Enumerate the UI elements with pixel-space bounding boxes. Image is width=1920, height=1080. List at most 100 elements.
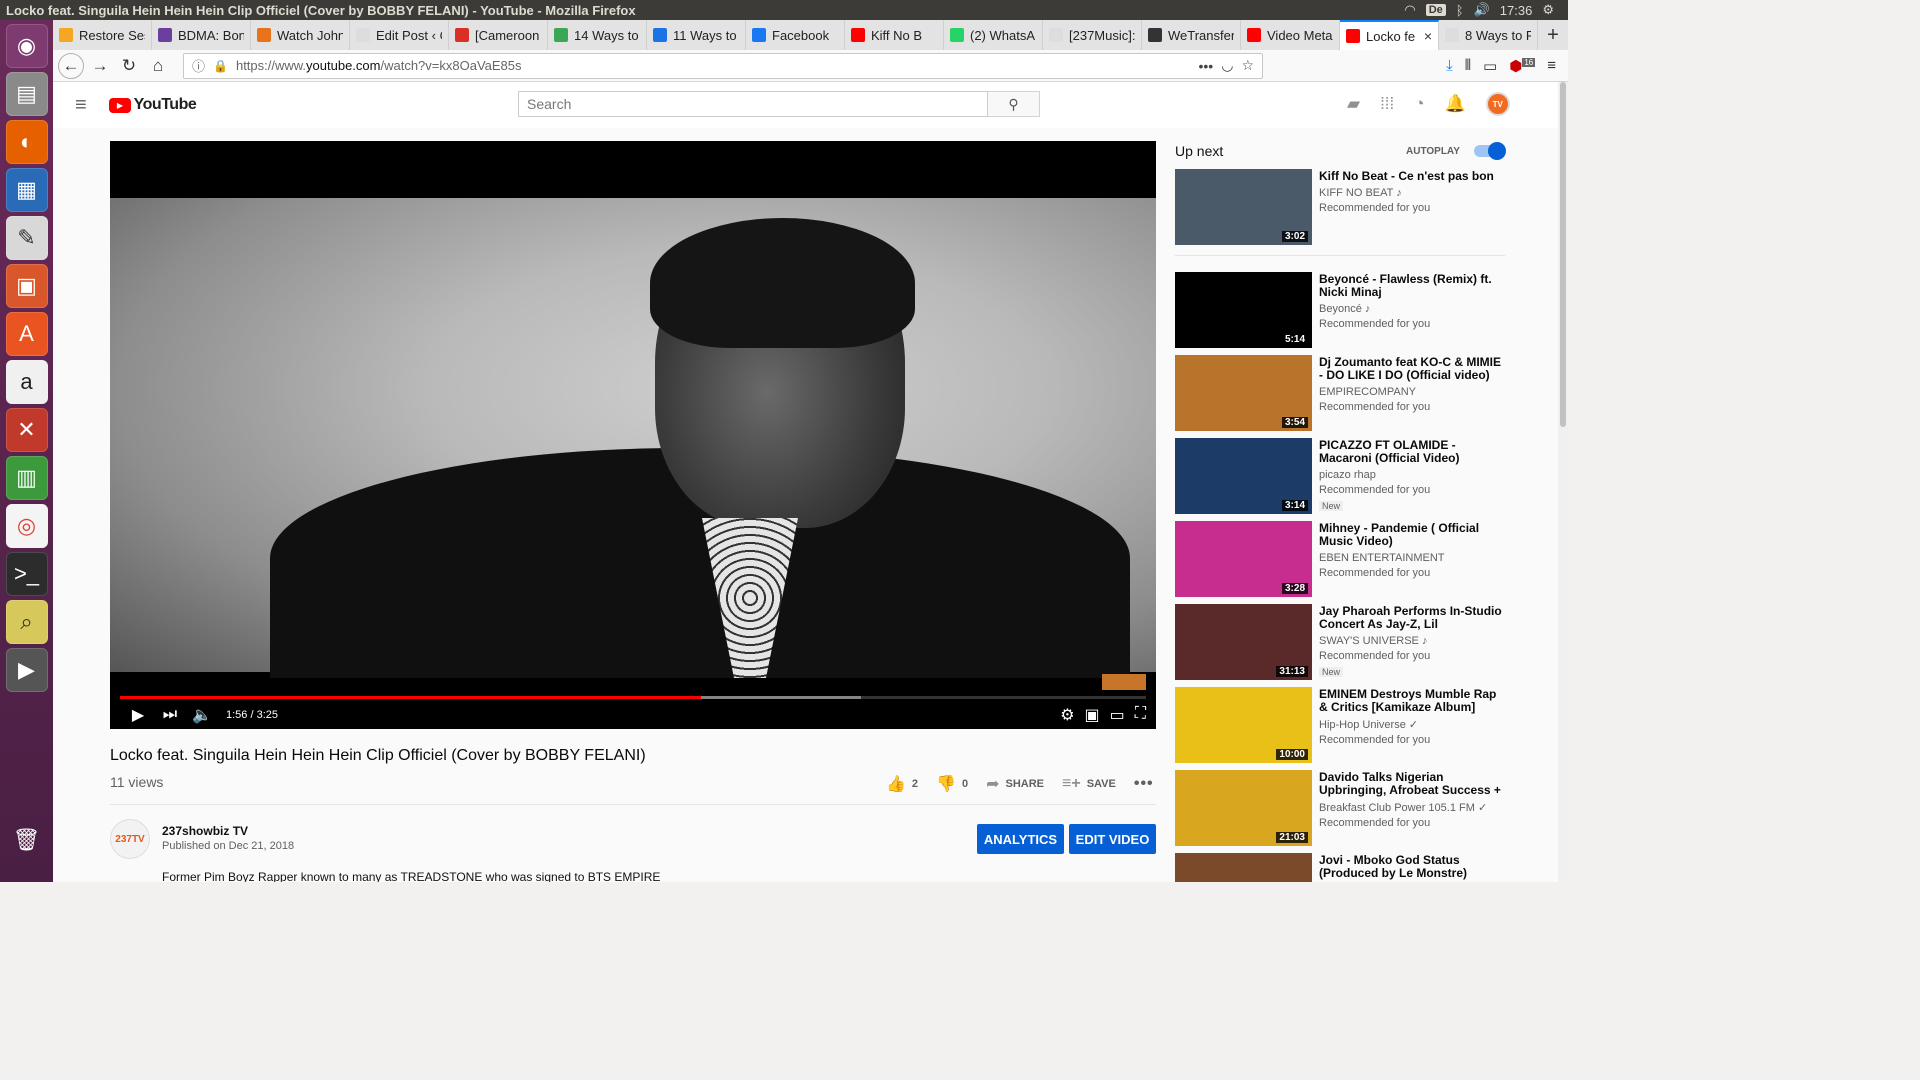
url-text[interactable]: https://www.youtube.com/watch?v=kx8OaVaE…	[236, 58, 1191, 73]
recommendation-item[interactable]: 3:14 PICAZZO FT OLAMIDE - Macaroni (Offic…	[1175, 438, 1505, 514]
trash-icon[interactable]: 🗑	[6, 818, 48, 862]
recommendation-thumbnail[interactable]: 10:00	[1175, 687, 1312, 763]
scrollbar-thumb[interactable]	[1560, 82, 1566, 427]
recommendation-title[interactable]: Jovi - Mboko God Status (Produced by Le …	[1319, 854, 1505, 880]
miniplayer-icon[interactable]: ▣	[1085, 705, 1100, 725]
keyboard-layout-indicator[interactable]: De	[1425, 4, 1446, 16]
recommendation-thumbnail[interactable]: 31:13	[1175, 604, 1312, 680]
ubuntu-dash-icon[interactable]: ◉	[5, 24, 48, 68]
site-info-icon[interactable]: ⓘ	[192, 56, 205, 75]
apps-grid-icon[interactable]: ⁞⁞⁞	[1380, 94, 1394, 114]
settings-icon[interactable]: ⚙	[1060, 705, 1074, 725]
create-video-icon[interactable]: ▰	[1347, 94, 1360, 114]
notifications-bell-icon[interactable]: 🔔	[1445, 94, 1466, 114]
browser-tab[interactable]: 14 Ways to	[548, 20, 647, 50]
browser-tab[interactable]: Locko fe ×	[1340, 20, 1439, 50]
firefox-icon[interactable]: ◐	[5, 120, 48, 164]
bookmark-star-icon[interactable]: ☆	[1241, 57, 1254, 74]
recommendation-title[interactable]: EMINEM Destroys Mumble Rap & Critics [Ka…	[1319, 688, 1505, 714]
channel-avatar[interactable]: 237TV	[110, 819, 150, 859]
browser-tab[interactable]: Edit Post ‹ Cam	[350, 20, 449, 50]
account-avatar[interactable]: TV	[1485, 92, 1510, 116]
recommendation-item[interactable]: 3:54 Dj Zoumanto feat KO-C & MIMIE - DO L…	[1175, 355, 1505, 431]
recommendation-channel[interactable]: Breakfast Club Power 105.1 FM ✓	[1319, 801, 1505, 814]
browser-tab[interactable]: Watch John	[251, 20, 350, 50]
dislike-button[interactable]: 👎 0	[936, 774, 968, 794]
image-viewer-icon[interactable]: ⌕	[5, 600, 48, 644]
next-video-button[interactable]: ⏭	[154, 706, 186, 724]
browser-tab[interactable]: Facebook	[746, 20, 845, 50]
save-button[interactable]: ≡+ SAVE	[1062, 775, 1116, 793]
recommendation-title[interactable]: Beyoncé - Flawless (Remix) ft. Nicki Min…	[1319, 273, 1505, 299]
page-actions-icon[interactable]: •••	[1199, 58, 1214, 74]
recommendation-thumbnail[interactable]: 21:03	[1175, 770, 1312, 846]
clock[interactable]: 17:36	[1500, 3, 1533, 18]
guide-menu-icon[interactable]: ≡	[75, 94, 87, 117]
video-frame[interactable]	[110, 198, 1156, 678]
forward-button[interactable]: →	[87, 53, 113, 79]
browser-tab[interactable]: Restore Ses	[53, 20, 152, 50]
recommendation-channel[interactable]: SWAY'S UNIVERSE ♪	[1319, 635, 1505, 647]
like-button[interactable]: 👍 2	[886, 774, 918, 794]
recommendation-title[interactable]: Jay Pharoah Performs In-Studio Concert A…	[1319, 605, 1505, 631]
recommendation-item[interactable]: 5:14 Beyoncé - Flawless (Remix) ft. Nicki…	[1175, 272, 1505, 348]
video-player[interactable]: ▶ ⏭ 🔈 1:56 / 3:25 ⚙ ▣ ▭ ⛶	[110, 141, 1156, 729]
theater-mode-icon[interactable]: ▭	[1110, 705, 1125, 725]
recommendation-title[interactable]: Davido Talks Nigerian Upbringing, Afrobe…	[1319, 771, 1505, 797]
browser-tab[interactable]: BDMA: Bon	[152, 20, 251, 50]
progress-bar[interactable]	[120, 696, 1146, 699]
sidebar-icon[interactable]: ▭	[1483, 57, 1497, 75]
terminal-icon[interactable]: >_	[5, 552, 48, 596]
recommendation-thumbnail[interactable]: 5:14	[1175, 272, 1312, 348]
libreoffice-calc-icon[interactable]: ▥	[5, 456, 48, 500]
edit-video-button[interactable]: EDIT VIDEO	[1069, 824, 1156, 854]
recommendation-title[interactable]: PICAZZO FT OLAMIDE - Macaroni (Official …	[1319, 439, 1505, 465]
libreoffice-impress-icon[interactable]: ▣	[5, 264, 48, 308]
menu-icon[interactable]: ≡	[1547, 57, 1556, 74]
recommendation-item[interactable]: 21:03 Davido Talks Nigerian Upbringing, A…	[1175, 770, 1505, 846]
tab-close-icon[interactable]: ×	[1424, 28, 1432, 44]
recommendation-title[interactable]: Mihney - Pandemie ( Official Music Video…	[1319, 522, 1505, 548]
recommendation-title[interactable]: Kiff No Beat - Ce n'est pas bon	[1319, 170, 1505, 183]
system-settings-icon[interactable]: ✕	[5, 408, 48, 452]
search-input[interactable]	[518, 91, 988, 117]
recommendation-item[interactable]: 10:00 EMINEM Destroys Mumble Rap & Critic…	[1175, 687, 1505, 763]
search-button[interactable]: ⚲	[988, 91, 1040, 117]
recommendation-item[interactable]: Jovi - Mboko God Status (Produced by Le …	[1175, 853, 1505, 882]
recommendation-title[interactable]: Dj Zoumanto feat KO-C & MIMIE - DO LIKE …	[1319, 356, 1505, 382]
share-button[interactable]: ➦ SHARE	[986, 774, 1044, 794]
video-editor-icon[interactable]: ▶	[5, 648, 48, 692]
browser-tab[interactable]: Video Meta	[1241, 20, 1340, 50]
messages-icon[interactable]: ◔	[1414, 94, 1424, 114]
home-button[interactable]: ⌂	[145, 53, 171, 79]
recommendation-thumbnail[interactable]: 3:14	[1175, 438, 1312, 514]
autoplay-toggle[interactable]	[1473, 142, 1506, 160]
youtube-logo[interactable]: ▶ YouTube	[108, 96, 197, 114]
channel-name[interactable]: 237showbiz TV	[162, 824, 248, 838]
analytics-button[interactable]: ANALYTICS	[977, 824, 1064, 854]
browser-tab[interactable]: (2) WhatsA	[944, 20, 1043, 50]
software-center-icon[interactable]: A	[5, 312, 48, 356]
browser-tab[interactable]: [237Music]: Na	[1043, 20, 1142, 50]
new-tab-button[interactable]: +	[1538, 20, 1568, 50]
pocket-icon[interactable]: ◡	[1221, 57, 1233, 74]
recommendation-channel[interactable]: KIFF NO BEAT ♪	[1319, 187, 1505, 199]
library-icon[interactable]: ⫴	[1465, 57, 1471, 74]
recommendation-thumbnail[interactable]: 3:54	[1175, 355, 1312, 431]
text-editor-icon[interactable]: ✎	[5, 216, 48, 260]
recommendation-item[interactable]: 3:28 Mihney - Pandemie ( Official Music V…	[1175, 521, 1505, 597]
back-button[interactable]: ←	[58, 52, 84, 79]
more-actions-icon[interactable]: •••	[1134, 775, 1154, 793]
page-scrollbar[interactable]	[1558, 82, 1568, 882]
recommendation-channel[interactable]: picazo rhap	[1319, 469, 1505, 481]
recommendation-channel[interactable]: Hip-Hop Universe ✓	[1319, 718, 1505, 731]
recommendation-thumbnail[interactable]: 3:02	[1175, 169, 1312, 245]
libreoffice-writer-icon[interactable]: ▦	[5, 168, 48, 212]
bluetooth-icon[interactable]: ᛒ	[1456, 3, 1464, 18]
play-button[interactable]: ▶	[122, 705, 154, 725]
mute-button[interactable]: 🔈	[186, 705, 218, 725]
recommendation-channel[interactable]: EBEN ENTERTAINMENT	[1319, 552, 1505, 564]
browser-tab[interactable]: 11 Ways to	[647, 20, 746, 50]
browser-tab[interactable]: 8 Ways to Rank	[1439, 20, 1538, 50]
recommendation-item[interactable]: 3:02 Kiff No Beat - Ce n'est pas bon KIFF …	[1175, 169, 1505, 245]
